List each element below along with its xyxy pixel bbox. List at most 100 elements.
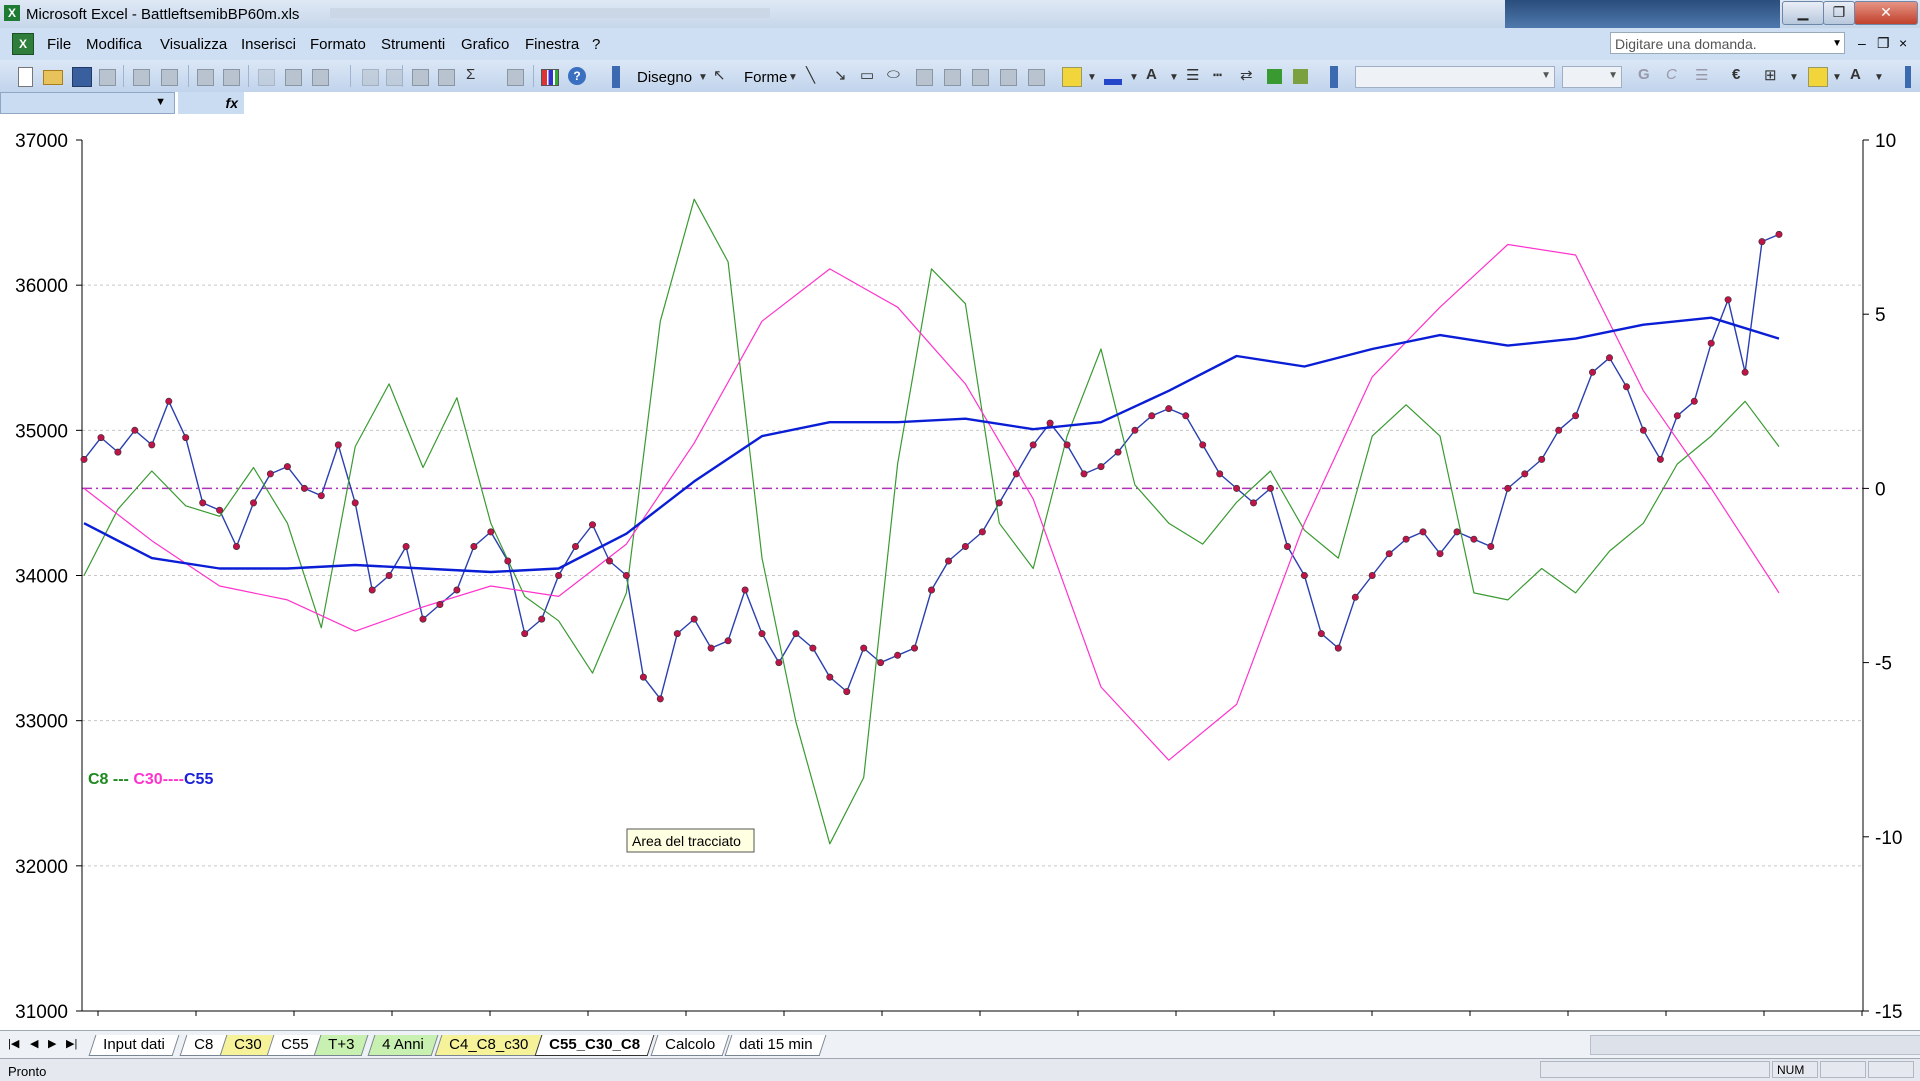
menu-file[interactable]: File — [47, 36, 71, 53]
draw-menu-button[interactable]: Disegno — [637, 69, 692, 86]
line-color-icon[interactable] — [1104, 79, 1122, 85]
sheet-tab-4[interactable]: T+3 — [313, 1035, 369, 1056]
cell-font-color-dropdown-icon[interactable]: ▼ — [1874, 72, 1884, 83]
help-icon[interactable]: ? — [568, 67, 586, 85]
cell-font-color-icon[interactable]: A — [1850, 66, 1861, 83]
draw-dropdown-icon[interactable]: ▼ — [698, 72, 708, 83]
tab-prev-button[interactable]: ◀ — [30, 1037, 38, 1050]
line-icon[interactable]: ╲ — [806, 66, 815, 84]
font-color-icon[interactable]: A — [1146, 66, 1157, 83]
tab-next-button[interactable]: ▶ — [48, 1037, 56, 1050]
fill-dropdown-icon[interactable]: ▼ — [1087, 72, 1097, 83]
textbox-icon[interactable] — [916, 69, 933, 86]
name-box-dropdown-icon[interactable]: ▼ — [155, 96, 166, 108]
align-icon[interactable]: ☰ — [1695, 66, 1708, 84]
toolbar-grip[interactable] — [612, 66, 620, 88]
fill-color-icon[interactable] — [1062, 67, 1082, 87]
select-arrow-icon[interactable]: ↖ — [713, 66, 726, 84]
arrow-icon[interactable]: ↘ — [834, 66, 847, 84]
wordart-icon[interactable] — [944, 69, 961, 86]
spelling-icon[interactable] — [197, 69, 214, 86]
undo-icon[interactable] — [362, 69, 379, 86]
cell-fill-dropdown-icon[interactable]: ▼ — [1832, 72, 1842, 83]
menu-finestra[interactable]: Finestra — [525, 36, 579, 53]
arrow-style-icon[interactable]: ⇄ — [1240, 66, 1253, 84]
redo-icon[interactable] — [386, 69, 403, 86]
price-point — [1521, 470, 1529, 478]
italic-button[interactable]: C — [1666, 66, 1677, 83]
ask-dropdown-icon[interactable]: ▼ — [1832, 33, 1842, 55]
dash-style-icon[interactable]: ┅ — [1213, 66, 1222, 84]
menu-formato[interactable]: Formato — [310, 36, 366, 53]
name-box[interactable]: ▼ — [0, 92, 175, 114]
doc-minimize-button[interactable]: – — [1858, 35, 1866, 51]
3d-icon[interactable] — [1293, 69, 1308, 84]
line-color-dropdown-icon[interactable]: ▼ — [1129, 72, 1139, 83]
horizontal-scrollbar[interactable] — [1590, 1035, 1920, 1055]
diagram-icon[interactable] — [972, 69, 989, 86]
chart-legend[interactable]: C8 --- C30----C55 — [88, 771, 213, 788]
autosum-icon[interactable]: Σ — [466, 66, 475, 83]
font-color-dropdown-icon[interactable]: ▼ — [1169, 72, 1179, 83]
chart-wizard-icon[interactable] — [541, 69, 559, 86]
cell-fill-icon[interactable] — [1808, 67, 1828, 87]
insert-function-icon[interactable]: fx — [178, 92, 244, 114]
cut-icon[interactable] — [258, 69, 275, 86]
sheet-tab-5[interactable]: 4 Anni — [367, 1035, 439, 1056]
shadow-icon[interactable] — [1267, 69, 1282, 84]
doc-close-button[interactable]: × — [1899, 35, 1907, 51]
oval-icon[interactable]: ⬭ — [887, 66, 900, 83]
excel-app-icon[interactable]: X — [4, 5, 20, 21]
copy-icon[interactable] — [285, 69, 302, 86]
currency-button[interactable]: € — [1732, 66, 1740, 83]
restore-button[interactable]: ❐ — [1823, 1, 1855, 25]
sheet-tab-8[interactable]: Calcolo — [650, 1035, 730, 1056]
borders-icon[interactable]: ⊞ — [1764, 66, 1777, 84]
sheet-tab-9[interactable]: dati 15 min — [724, 1035, 827, 1056]
doc-restore-button[interactable]: ❐ — [1877, 35, 1890, 52]
save-icon[interactable] — [72, 67, 92, 87]
workbook-icon[interactable]: X — [12, 33, 34, 55]
chart-area[interactable]: 37000 36000 35000 34000 33000 32000 31000 10 5 0 -… — [0, 116, 1920, 1030]
rectangle-icon[interactable]: ▭ — [860, 66, 874, 84]
toolbar-grip[interactable] — [1905, 66, 1911, 88]
price-point — [250, 499, 258, 507]
shapes-dropdown-icon[interactable]: ▼ — [788, 72, 798, 83]
line-style-icon[interactable]: ☰ — [1186, 66, 1199, 84]
sheet-tab-7[interactable]: C55_C30_C8 — [534, 1035, 655, 1056]
menu-grafico[interactable]: Grafico — [461, 36, 509, 53]
clipart-icon[interactable] — [1000, 69, 1017, 86]
bold-button[interactable]: G — [1638, 66, 1650, 83]
tab-last-button[interactable]: ▶| — [66, 1037, 77, 1050]
menu-inserisci[interactable]: Inserisci — [241, 36, 296, 53]
print-icon[interactable] — [133, 69, 150, 86]
close-button[interactable]: ✕ — [1854, 1, 1918, 25]
font-name-combo[interactable]: ▼ — [1355, 66, 1555, 88]
price-point — [199, 499, 207, 507]
menu-modifica[interactable]: Modifica — [86, 36, 142, 53]
open-icon[interactable] — [43, 70, 63, 85]
menu-visualizza[interactable]: Visualizza — [160, 36, 227, 53]
toolbar-grip[interactable] — [1330, 66, 1338, 88]
sheet-tab-6[interactable]: C4_C8_c30 — [434, 1035, 543, 1056]
new-icon[interactable] — [18, 67, 33, 87]
tab-first-button[interactable]: |◀ — [8, 1037, 19, 1050]
borders-dropdown-icon[interactable]: ▼ — [1789, 72, 1799, 83]
menu-help[interactable]: ? — [592, 36, 600, 53]
hyperlink-icon[interactable] — [412, 69, 429, 86]
font-name-dropdown-icon[interactable]: ▼ — [1541, 70, 1551, 81]
permission-icon[interactable] — [99, 69, 116, 86]
ask-question-input[interactable]: Digitare una domanda. ▼ — [1610, 32, 1845, 54]
sheet-tab-0[interactable]: Input dati — [88, 1035, 180, 1056]
print-preview-icon[interactable] — [161, 69, 178, 86]
shapes-menu-button[interactable]: Forme — [744, 69, 787, 86]
font-size-combo[interactable]: ▼ — [1562, 66, 1622, 88]
picture-icon[interactable] — [1028, 69, 1045, 86]
research-icon[interactable] — [223, 69, 240, 86]
minimize-button[interactable]: ▁ — [1782, 1, 1824, 25]
paste-icon[interactable] — [312, 69, 329, 86]
menu-strumenti[interactable]: Strumenti — [381, 36, 445, 53]
font-size-dropdown-icon[interactable]: ▼ — [1608, 70, 1618, 81]
sort-icon[interactable] — [507, 69, 524, 86]
refresh-icon[interactable] — [438, 69, 455, 86]
